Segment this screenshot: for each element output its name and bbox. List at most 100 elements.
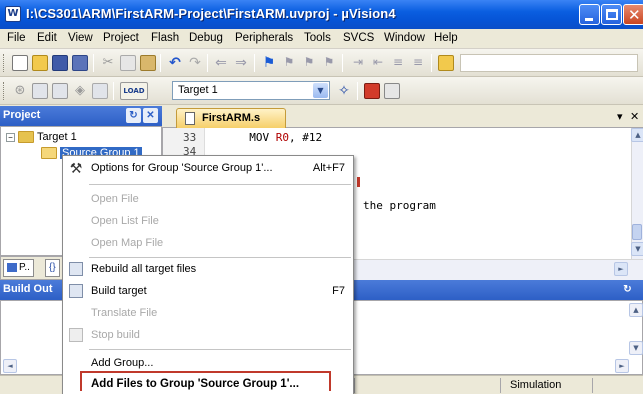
chevron-down-icon[interactable]: ▼ xyxy=(313,83,328,98)
menu-item-open-map-file[interactable]: Open Map File xyxy=(63,233,353,255)
menu-item-rebuild-all[interactable]: Rebuild all target files xyxy=(63,259,353,281)
save-icon[interactable] xyxy=(52,55,68,71)
collapse-icon[interactable]: − xyxy=(6,132,15,142)
scroll-thumb[interactable] xyxy=(632,224,642,240)
unindent-icon[interactable]: ⇤ xyxy=(370,55,386,71)
maximize-button[interactable] xyxy=(601,4,622,25)
rebuild-icon[interactable] xyxy=(52,83,68,99)
menu-separator xyxy=(89,349,351,350)
scroll-right-icon[interactable]: ► xyxy=(615,359,629,373)
target-options-icon[interactable]: ✧ xyxy=(336,83,352,99)
redo-icon[interactable]: ↷ xyxy=(187,55,203,71)
comment-icon[interactable]: ≡ xyxy=(390,55,406,71)
paste-icon[interactable] xyxy=(140,55,156,71)
code-text: MOV xyxy=(196,131,276,144)
build-icon[interactable] xyxy=(32,83,48,99)
tab-firstarm-s[interactable]: FirstARM.s xyxy=(176,108,286,128)
target-select[interactable]: Target 1 ▼ xyxy=(172,81,330,100)
prev-bookmark-icon[interactable]: ⚑ xyxy=(281,55,297,71)
pane-autohide-icon[interactable]: ↻ xyxy=(126,108,141,123)
tab-project[interactable]: P.. xyxy=(3,259,34,277)
build-output-title: Build Out xyxy=(3,283,53,295)
build-icon xyxy=(69,284,83,298)
bookmark-icon[interactable]: ⚑ xyxy=(261,55,277,71)
menu-window[interactable]: Window xyxy=(384,32,425,44)
editor-tab-strip: FirstARM.s ▾ ✕ xyxy=(162,106,643,128)
clear-bookmarks-icon[interactable]: ⚑ xyxy=(321,55,337,71)
menu-item-open-list-file[interactable]: Open List File xyxy=(63,211,353,233)
menu-debug[interactable]: Debug xyxy=(189,32,223,44)
menu-svcs[interactable]: SVCS xyxy=(343,32,374,44)
pane-close-icon[interactable]: ✕ xyxy=(143,108,158,123)
save-all-icon[interactable] xyxy=(72,55,88,71)
find-in-files-icon[interactable] xyxy=(438,55,454,71)
manage-components-icon[interactable] xyxy=(364,83,380,99)
menu-edit[interactable]: Edit xyxy=(37,32,57,44)
find-input[interactable] xyxy=(460,54,638,72)
undo-icon[interactable]: ↶ xyxy=(167,55,183,71)
load-flash-button[interactable]: LOAD xyxy=(120,82,148,100)
menu-item-stop-build[interactable]: Stop build xyxy=(63,325,353,347)
tab-functions[interactable]: {} xyxy=(45,259,60,277)
scroll-down-icon[interactable]: ▼ xyxy=(629,341,643,355)
tree-item-target-label: Target 1 xyxy=(37,131,77,143)
nav-back-icon[interactable]: ⇐ xyxy=(213,55,229,71)
toolbar-separator xyxy=(93,54,94,72)
uncomment-icon[interactable]: ≡ xyxy=(410,55,426,71)
menu-item-shortcut: F7 xyxy=(332,285,345,297)
menu-item-translate-file[interactable]: Translate File xyxy=(63,303,353,325)
open-folder-icon[interactable] xyxy=(32,55,48,71)
editor-vertical-scrollbar[interactable]: ▲ ▼ xyxy=(631,128,643,259)
scroll-up-icon[interactable]: ▲ xyxy=(631,128,643,142)
minimize-icon xyxy=(585,18,593,21)
toolbar-grip[interactable] xyxy=(3,82,6,100)
batch-build-icon[interactable]: ◈ xyxy=(72,83,88,99)
menu-tools[interactable]: Tools xyxy=(304,32,331,44)
scroll-right-icon[interactable]: ► xyxy=(614,262,628,276)
rebuild-icon xyxy=(69,262,83,276)
nav-forward-icon[interactable]: ⇒ xyxy=(233,55,249,71)
menu-item-build-target[interactable]: Build target F7 xyxy=(63,281,353,303)
menu-item-open-file[interactable]: Open File xyxy=(63,189,353,211)
tab-list-dropdown-icon[interactable]: ▾ xyxy=(617,110,623,123)
pane-autohide-icon[interactable]: ↻ xyxy=(620,282,635,297)
menu-project[interactable]: Project xyxy=(103,32,139,44)
code-comment: the program xyxy=(363,199,436,212)
menu-flash[interactable]: Flash xyxy=(151,32,179,44)
menu-separator xyxy=(89,184,351,185)
cut-icon[interactable]: ✂ xyxy=(100,55,116,71)
stop-build-icon[interactable] xyxy=(92,83,108,99)
scroll-down-icon[interactable]: ▼ xyxy=(631,242,643,256)
tab-firstarm-s-label: FirstARM.s xyxy=(202,112,261,124)
new-file-icon[interactable] xyxy=(12,55,28,71)
next-bookmark-icon[interactable]: ⚑ xyxy=(301,55,317,71)
target-select-value: Target 1 xyxy=(178,84,218,96)
code-line: 33 MOV R0, #12 xyxy=(183,131,322,144)
minimize-button[interactable] xyxy=(579,4,600,25)
project-pane-title: Project xyxy=(3,109,41,121)
translate-icon[interactable]: ⊛ xyxy=(12,83,28,99)
close-button[interactable]: ✕ xyxy=(623,4,643,25)
tree-item-target[interactable]: − Target 1 xyxy=(6,131,77,147)
uvision-app-icon[interactable]: W xyxy=(5,6,21,22)
menu-item-label: Options for Group 'Source Group 1'... xyxy=(91,162,273,174)
menu-view[interactable]: View xyxy=(68,32,93,44)
menu-item-options-for-group[interactable]: ⚒ Options for Group 'Source Group 1'... … xyxy=(63,158,353,180)
menu-item-label: Open List File xyxy=(91,215,159,227)
title-bar[interactable]: W I:\CS301\ARM\FirstARM-Project\FirstARM… xyxy=(0,0,643,29)
menu-item-label: Open File xyxy=(91,193,139,205)
scroll-up-icon[interactable]: ▲ xyxy=(629,303,643,317)
menu-peripherals[interactable]: Peripherals xyxy=(235,32,293,44)
scroll-left-icon[interactable]: ◄ xyxy=(3,359,17,373)
menu-help[interactable]: Help xyxy=(434,32,458,44)
toolbar-separator xyxy=(160,54,161,72)
manage-books-icon[interactable] xyxy=(384,83,400,99)
indent-icon[interactable]: ⇥ xyxy=(350,55,366,71)
options-wand-icon: ⚒ xyxy=(69,160,83,176)
menu-item-shortcut: Alt+F7 xyxy=(312,162,345,174)
copy-icon[interactable] xyxy=(120,55,136,71)
toolbar-grip[interactable] xyxy=(3,54,6,72)
menu-file[interactable]: File xyxy=(7,32,26,44)
close-icon: ✕ xyxy=(628,6,641,24)
editor-close-icon[interactable]: ✕ xyxy=(630,110,639,123)
